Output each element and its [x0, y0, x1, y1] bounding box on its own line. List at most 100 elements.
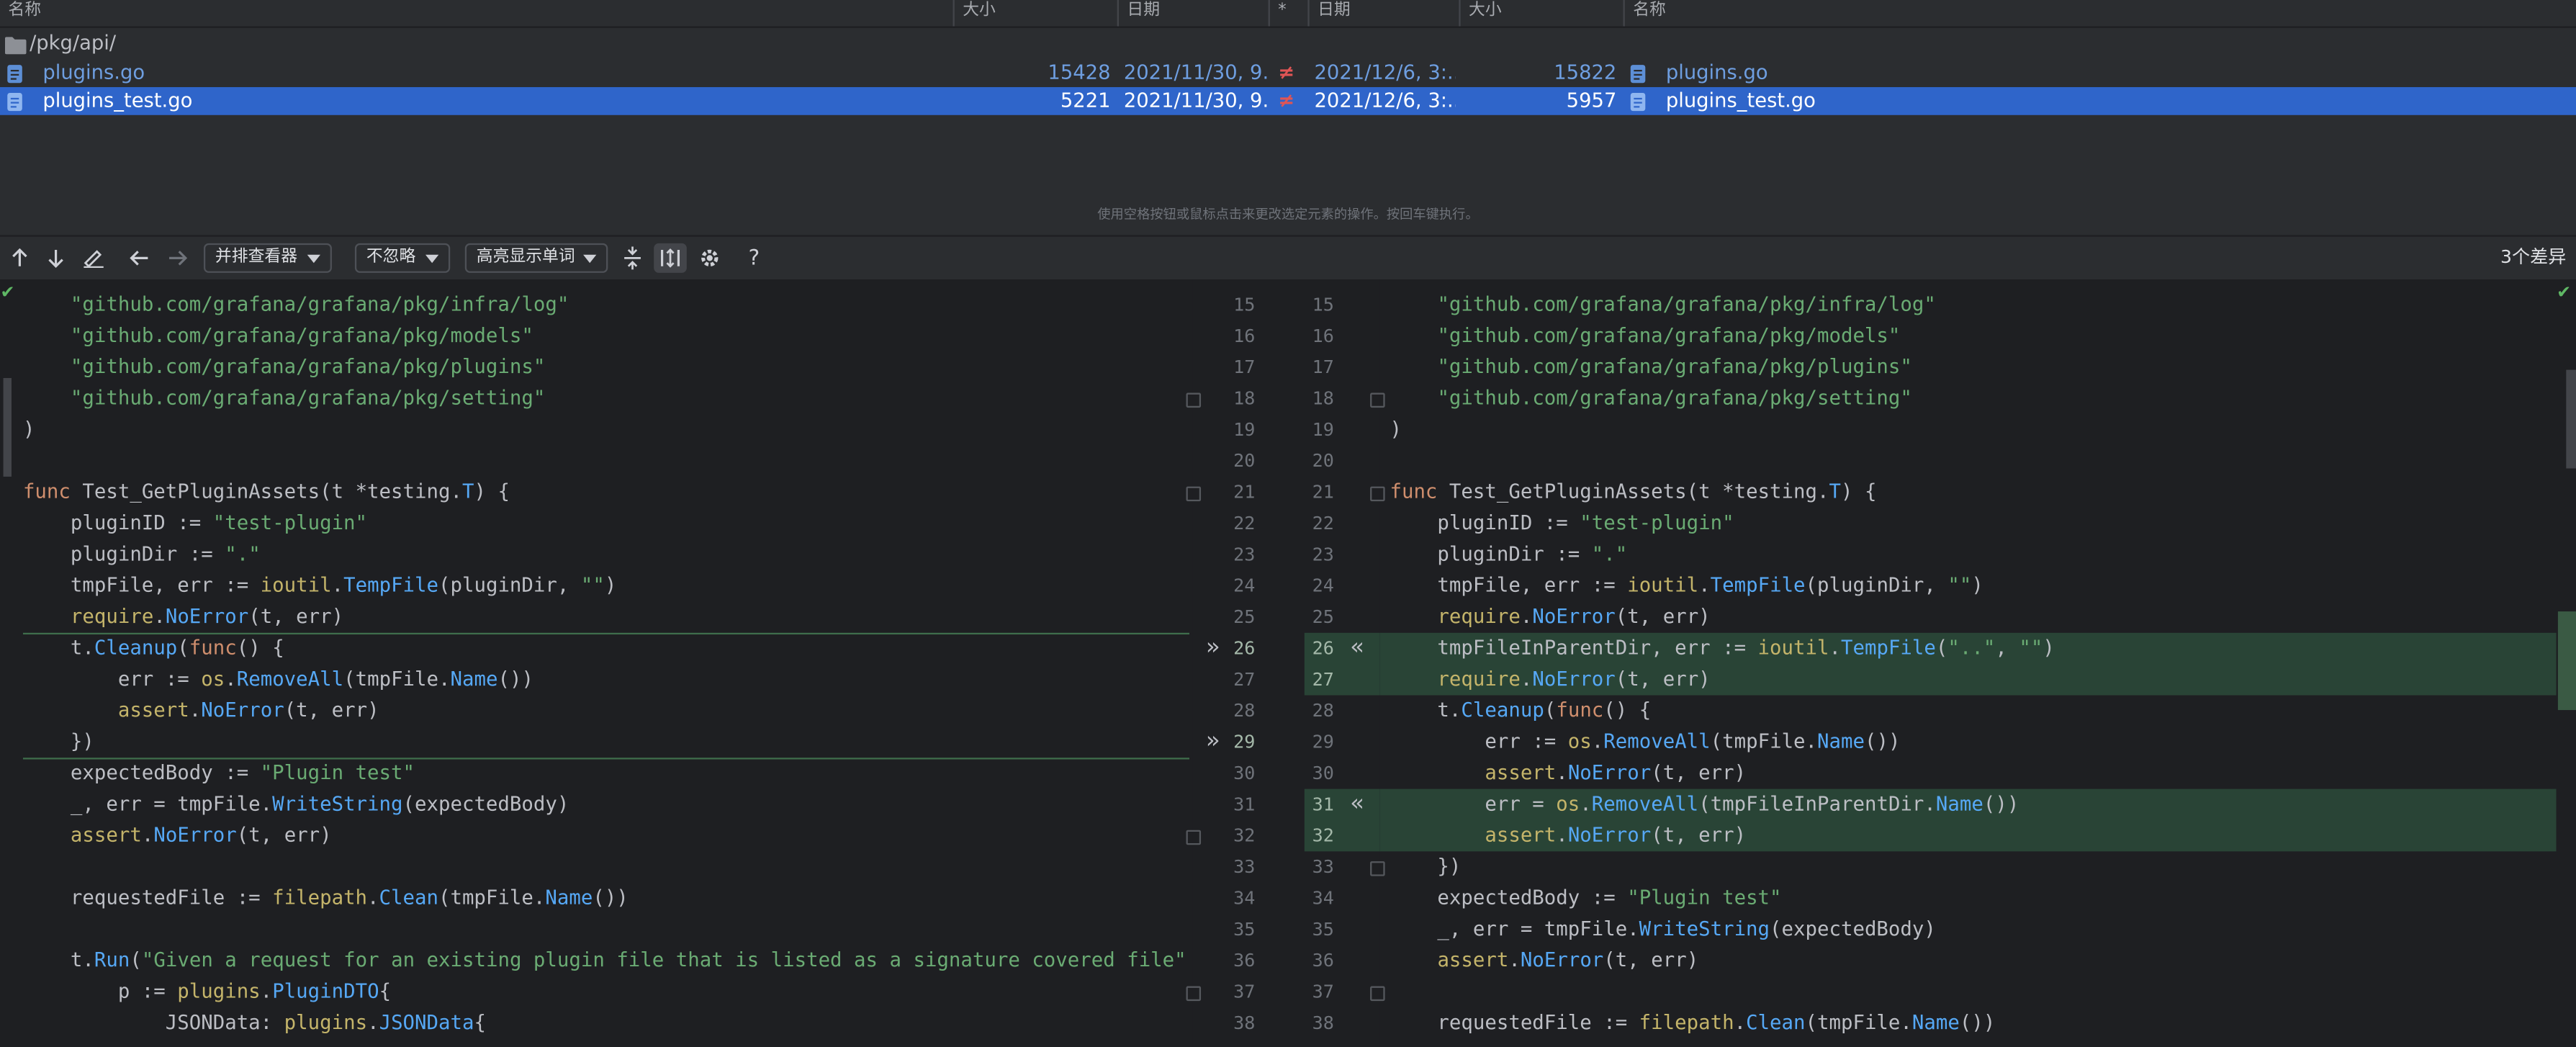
code-line: "github.com/grafana/grafana/pkg/setting" [70, 386, 546, 410]
code-line: assert.NoError(t, err) [117, 698, 379, 722]
right-line-number: 22 [1312, 513, 1334, 534]
code-line: func Test_GetPluginAssets(t *testing.T) … [22, 480, 510, 503]
right-line-number: 34 [1312, 887, 1334, 909]
folder-path: /pkg/api/ [30, 31, 117, 55]
column-size-left[interactable]: 大小 [953, 0, 1117, 27]
left-line-number: 19 [1233, 419, 1256, 441]
collapse-icon[interactable] [619, 243, 646, 273]
code-line: err = os.RemoveAll(tmpFileInParentDir.Na… [1390, 792, 2019, 816]
code-line: t.Cleanup(func() { [1390, 698, 1652, 722]
file-size-left: 5221 [1060, 89, 1111, 112]
left-line-number: 33 [1233, 856, 1256, 878]
left-line-number: 38 [1233, 1012, 1256, 1034]
column-name-left[interactable]: 名称 [0, 0, 953, 27]
ignore-label: 不忽略 [366, 248, 416, 266]
code-line: pluginID := "test-plugin" [1390, 511, 1734, 534]
help-icon[interactable]: ? [741, 243, 767, 273]
file-name-right: plugins_test.go [1665, 89, 1816, 112]
column-date-right[interactable]: 日期 [1307, 0, 1459, 27]
code-line: "github.com/grafana/grafana/pkg/infra/lo… [1437, 292, 1936, 316]
right-line-number: 29 [1312, 731, 1334, 753]
apply-change-icon[interactable]: » [1206, 727, 1220, 758]
ignore-dropdown[interactable]: 不忽略 [354, 243, 451, 273]
code-line: err := os.RemoveAll(tmpFile.Name()) [1390, 729, 1901, 753]
fold-marker-icon[interactable] [1186, 986, 1202, 1002]
highlight-dropdown[interactable]: 高亮显示单词 [464, 243, 608, 273]
right-scrollbar-thumb[interactable] [2566, 369, 2576, 469]
code-line: assert.NoError(t, err) [70, 823, 332, 847]
code-line: JSONData: plugins.JSONData{ [22, 1010, 486, 1034]
right-line-number: 19 [1312, 419, 1334, 441]
fold-marker-icon[interactable] [1186, 830, 1202, 845]
file-name-right: plugins.go [1665, 60, 1768, 84]
right-line-number: 33 [1312, 856, 1334, 878]
code-line: "github.com/grafana/grafana/pkg/models" [1437, 323, 1901, 347]
left-line-number: 32 [1233, 824, 1256, 847]
right-line-number: 30 [1312, 763, 1334, 784]
file-size-left: 15428 [1048, 60, 1111, 84]
fold-marker-icon[interactable] [1186, 486, 1202, 502]
right-line-number: 18 [1312, 387, 1334, 410]
file-size-right: 5957 [1566, 89, 1617, 112]
right-line-number: 17 [1312, 356, 1334, 378]
left-scrollbar-thumb[interactable] [3, 377, 12, 477]
folder-row[interactable]: /pkg/api/ [0, 30, 2576, 58]
right-line-number: 26 [1312, 637, 1334, 660]
code-line: err := os.RemoveAll(tmpFile.Name()) [22, 667, 533, 691]
right-line-number: 31 [1312, 794, 1334, 816]
right-line-number: 20 [1312, 450, 1334, 472]
column-size-right[interactable]: 大小 [1459, 0, 1623, 27]
apply-change-icon[interactable]: « [1351, 789, 1364, 820]
code-line: assert.NoError(t, err) [1437, 948, 1699, 971]
right-line-number: 36 [1312, 950, 1334, 971]
fold-marker-icon[interactable] [1186, 392, 1202, 408]
code-line: expectedBody := "Plugin test" [22, 760, 415, 784]
right-line-number: 15 [1312, 294, 1334, 316]
left-code-pane[interactable]: "github.com/grafana/grafana/pkg/infra/lo… [0, 279, 1190, 1047]
chevron-down-icon [425, 254, 439, 264]
go-file-icon [6, 92, 23, 112]
code-line: expectedBody := "Plugin test" [1390, 886, 1782, 909]
status-hint: 使用空格按钮或鼠标点击来更改选定元素的操作。按回车键执行。 [1097, 207, 1479, 223]
left-line-number: 30 [1233, 763, 1256, 784]
left-line-number: 31 [1233, 794, 1256, 816]
code-line: t.Run("Given a request for an existing p… [22, 948, 1189, 971]
settings-gear-icon[interactable] [695, 243, 724, 273]
arrow-down-icon[interactable] [42, 243, 69, 273]
left-line-number: 18 [1233, 387, 1256, 410]
left-line-number: 34 [1233, 887, 1256, 909]
code-line: tmpFileInParentDir, err := ioutil.TempFi… [1390, 636, 2055, 660]
chevron-down-icon [307, 254, 320, 264]
file-row-selected[interactable]: plugins_test.go 5221 2021/11/30, 9... ≠ … [0, 86, 2576, 115]
left-line-number: 21 [1233, 481, 1256, 503]
column-date-left[interactable]: 日期 [1117, 0, 1269, 27]
forward-icon[interactable] [164, 243, 191, 273]
column-name-right[interactable]: 名称 [1623, 0, 2576, 27]
file-date-right: 2021/12/6, 3:... [1314, 60, 1456, 84]
edit-icon[interactable] [79, 243, 109, 273]
code-line: ) [22, 417, 35, 441]
arrow-up-icon[interactable] [6, 243, 33, 273]
apply-change-icon[interactable]: » [1206, 633, 1220, 664]
apply-change-icon[interactable]: « [1351, 633, 1364, 664]
code-line: func Test_GetPluginAssets(t *testing.T) … [1390, 480, 1877, 503]
right-code-pane[interactable]: "github.com/grafana/grafana/pkg/infra/lo… [1379, 279, 2557, 1047]
left-line-number: 15 [1233, 294, 1256, 316]
back-icon[interactable] [127, 243, 153, 273]
column-star[interactable]: * [1268, 0, 1308, 27]
sync-scroll-icon[interactable] [654, 243, 687, 273]
right-line-number: 24 [1312, 575, 1334, 597]
diff-count: 3个差异 [2500, 246, 2567, 269]
viewer-mode-dropdown[interactable]: 并排查看器 [203, 243, 332, 273]
right-line-number: 21 [1312, 481, 1334, 503]
file-row[interactable]: plugins.go 15428 2021/11/30, 9... ≠ 2021… [0, 59, 2576, 87]
code-line: "github.com/grafana/grafana/pkg/plugins" [70, 355, 546, 378]
check-icon: ✔ [2557, 279, 2570, 302]
folder-icon [4, 35, 27, 63]
file-size-right: 15822 [1554, 60, 1617, 84]
code-line: "github.com/grafana/grafana/pkg/infra/lo… [70, 292, 569, 316]
file-date-left: 2021/11/30, 9... [1123, 60, 1269, 84]
right-line-number: 25 [1312, 606, 1334, 628]
right-line-number: 32 [1312, 824, 1334, 847]
right-scroll-change-marker[interactable] [2557, 611, 2576, 711]
